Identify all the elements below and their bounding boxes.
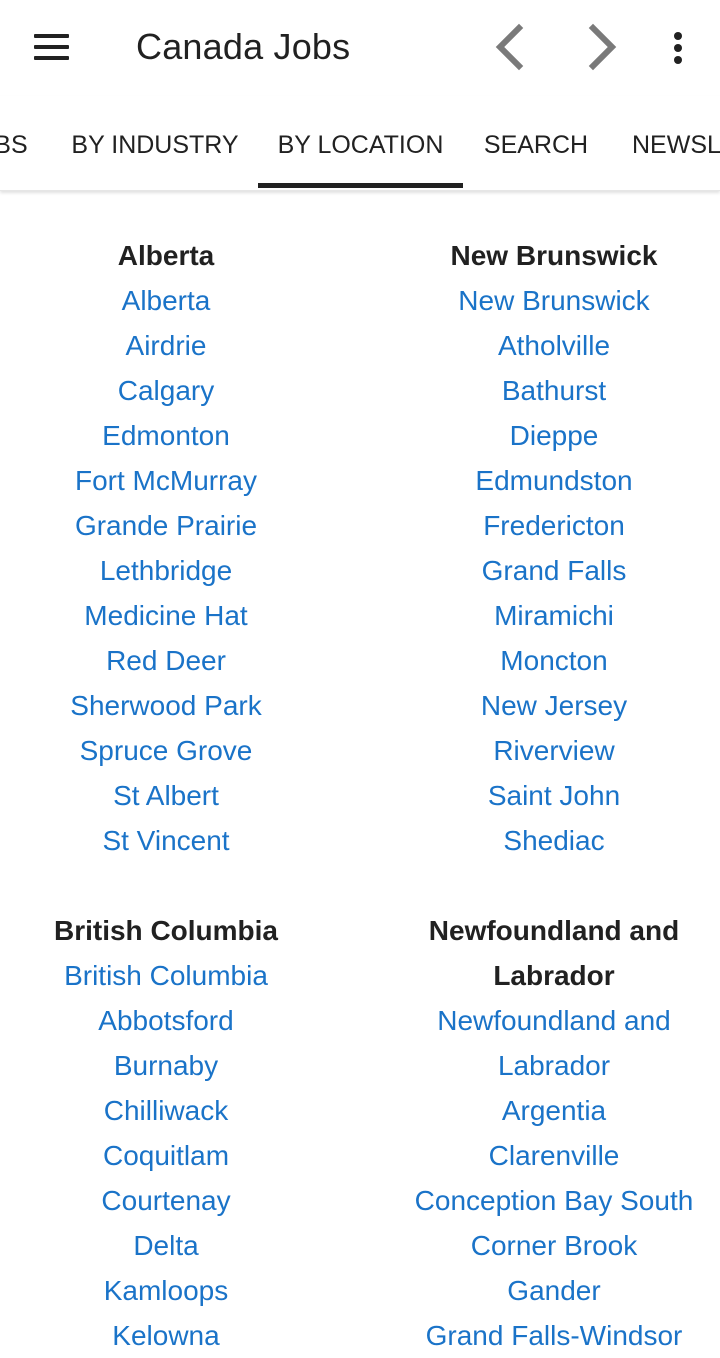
city-link[interactable]: Clarenville: [388, 1133, 720, 1178]
city-link[interactable]: Gander: [388, 1268, 720, 1313]
city-link[interactable]: Chilliwack: [0, 1088, 332, 1133]
city-link[interactable]: Grande Prairie: [0, 503, 332, 548]
more-vertical-icon[interactable]: [664, 28, 694, 68]
city-link[interactable]: Alberta: [0, 278, 332, 323]
region-title: Alberta: [117, 240, 215, 271]
region-new-brunswick: New Brunswick New Brunswick Atholville B…: [388, 233, 720, 863]
tab-by-industry[interactable]: BY INDUSTRY: [48, 96, 262, 190]
city-link[interactable]: Corner Brook: [388, 1223, 720, 1268]
tab-by-location[interactable]: BY LOCATION: [258, 96, 463, 190]
tab-newsletter[interactable]: NEWSLETTER: [616, 96, 720, 190]
region-newfoundland: Newfoundland and Labrador Newfoundland a…: [388, 908, 720, 1358]
city-link[interactable]: Conception Bay South: [388, 1178, 720, 1223]
city-link[interactable]: Calgary: [0, 368, 332, 413]
city-link[interactable]: Miramichi: [388, 593, 720, 638]
selected-tab-indicator: [258, 183, 463, 188]
region-alberta: Alberta Alberta Airdrie Calgary Edmonton…: [0, 233, 332, 863]
city-link[interactable]: New Brunswick: [388, 278, 720, 323]
city-link[interactable]: Atholville: [388, 323, 720, 368]
city-link[interactable]: Dieppe: [388, 413, 720, 458]
city-link[interactable]: Riverview: [388, 728, 720, 773]
city-link[interactable]: Spruce Grove: [0, 728, 332, 773]
city-link[interactable]: Coquitlam: [0, 1133, 332, 1178]
chevron-left-icon[interactable]: [486, 22, 536, 72]
region-title: British Columbia: [53, 915, 278, 946]
city-link[interactable]: Abbotsford: [0, 998, 332, 1043]
region-title-line: Newfoundland and: [428, 915, 680, 946]
city-link[interactable]: Delta: [0, 1223, 332, 1268]
city-link[interactable]: St Vincent: [0, 818, 332, 863]
city-link[interactable]: Saint John: [388, 773, 720, 818]
city-link[interactable]: St Albert: [0, 773, 332, 818]
tab-jobs[interactable]: JOBS: [0, 96, 50, 190]
city-link[interactable]: Grand Falls: [388, 548, 720, 593]
hamburger-menu-icon[interactable]: [30, 30, 74, 64]
city-link[interactable]: Courtenay: [0, 1178, 332, 1223]
region-title: New Brunswick: [450, 240, 658, 271]
region-british-columbia: British Columbia British Columbia Abbots…: [0, 908, 332, 1358]
city-link[interactable]: Bathurst: [388, 368, 720, 413]
city-link[interactable]: Kamloops: [0, 1268, 332, 1313]
app-title: Canada Jobs: [136, 26, 351, 67]
city-link[interactable]: Sherwood Park: [0, 683, 332, 728]
region-title: Newfoundland and Labrador: [388, 908, 720, 998]
city-link-line: Labrador: [497, 1050, 611, 1081]
city-link[interactable]: Edmundston: [388, 458, 720, 503]
chevron-right-icon[interactable]: [576, 22, 626, 72]
city-link[interactable]: Medicine Hat: [0, 593, 332, 638]
city-link[interactable]: Fort McMurray: [0, 458, 332, 503]
city-link[interactable]: Edmonton: [0, 413, 332, 458]
app-toolbar: Canada Jobs: [0, 0, 720, 96]
city-link-line: Newfoundland and: [437, 1005, 671, 1036]
city-link[interactable]: Lethbridge: [0, 548, 332, 593]
city-link[interactable]: Burnaby: [0, 1043, 332, 1088]
city-link[interactable]: Shediac: [388, 818, 720, 863]
city-link[interactable]: New Jersey: [388, 683, 720, 728]
city-link[interactable]: Moncton: [388, 638, 720, 683]
city-link[interactable]: Red Deer: [0, 638, 332, 683]
city-link[interactable]: Kelowna: [0, 1313, 332, 1358]
city-link[interactable]: Argentia: [388, 1088, 720, 1133]
region-title-line: Labrador: [493, 960, 615, 991]
city-link[interactable]: Fredericton: [388, 503, 720, 548]
city-link[interactable]: British Columbia: [0, 953, 332, 998]
city-link[interactable]: Grand Falls-Windsor: [388, 1313, 720, 1358]
city-link[interactable]: Newfoundland and Labrador: [388, 998, 720, 1088]
tab-bar: JOBS BY INDUSTRY BY LOCATION SEARCH NEWS…: [0, 96, 720, 191]
tab-search[interactable]: SEARCH: [470, 96, 602, 190]
city-link[interactable]: Airdrie: [0, 323, 332, 368]
